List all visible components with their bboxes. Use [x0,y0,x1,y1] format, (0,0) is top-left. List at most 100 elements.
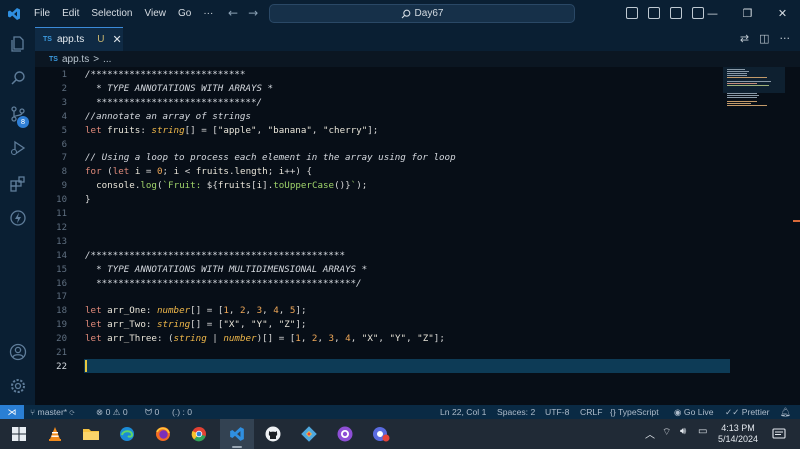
go-live-label: Go Live [683,407,714,417]
firefox-icon[interactable] [152,423,174,445]
code-editor[interactable]: 1 2 3 4 5 6 7 8 9 10 11 12 13 14 15 16 17 18 19 20 21 22 /***… [35,67,800,405]
close-tab-icon[interactable]: ✕ [112,33,121,46]
code-token: arr_Two [107,319,146,331]
ports-status[interactable]: ᗢ 0 [145,405,159,419]
code-token: string [156,319,191,331]
code-token: fruits [195,166,229,178]
menu-more[interactable]: ··· [197,8,219,19]
github-icon[interactable] [262,423,284,445]
problems-status[interactable]: ⊗ 0 ⚠ 0 [96,405,128,419]
chat-app-icon[interactable] [370,423,392,445]
breadcrumb: TS app.ts > ... [35,51,800,67]
code-line[interactable]: let arr_Three: (string | number)[] = [1,… [85,332,445,346]
code-line[interactable]: let fruits: string[] = ["apple", "banana… [85,124,378,138]
toggle-sidebar-icon[interactable] [626,7,638,19]
line-number: 11 [56,209,67,219]
open-changes-icon[interactable]: ⇄ [740,32,749,45]
vlc-icon[interactable] [44,423,66,445]
code-line[interactable]: * TYPE ANNOTATIONS WITH MULTIDIMENSIONAL… [85,263,367,277]
more-actions-icon[interactable]: ··· [780,32,791,45]
code-line[interactable]: console.log(`Fruit: ${fruits[i].toUpperC… [85,179,367,193]
tray-overflow-icon[interactable]: ︿ [645,426,655,441]
git-client-icon[interactable] [298,423,320,445]
indentation[interactable]: Spaces: 2 [497,405,535,419]
vscode-taskbar-icon[interactable] [226,423,248,445]
prettier-status[interactable]: ✓✓ Prettier [725,405,770,419]
code-line[interactable]: let arr_One: number[] = [1, 2, 3, 4, 5]; [85,304,306,318]
line-number: 22 [56,361,67,372]
cursor-position[interactable]: Ln 22, Col 1 [440,405,486,419]
taskbar-clock[interactable]: 4:13 PM 5/14/2024 [716,423,760,445]
line-number: 14 [56,250,67,261]
line-endings[interactable]: CRLF [580,405,602,419]
menu-view[interactable]: View [139,8,173,19]
live-server-icon[interactable] [0,201,35,235]
edge-browser-icon[interactable] [116,423,138,445]
code-token: , [262,305,274,317]
selection-status[interactable]: (.) : 0 [172,405,192,419]
command-center-search[interactable]: Day67 [269,4,575,23]
code-line[interactable]: let arr_Two: string[] = ["X", "Y", "Z"]; [85,318,306,332]
code-token: ; [267,166,279,178]
code-line[interactable]: *****************************/ [85,96,262,110]
language-mode[interactable]: {} TypeScript [610,405,659,419]
code-token: , [239,319,252,331]
scm-badge: 8 [17,116,29,128]
search-view-icon[interactable] [0,61,35,95]
notification-center-icon[interactable] [772,427,786,441]
run-debug-icon[interactable] [0,131,35,165]
code-token: fruits [217,180,252,192]
restore-icon[interactable]: ❐ [730,7,765,20]
code-token: let [85,319,108,331]
code-token: , [350,333,362,345]
menu-edit[interactable]: Edit [56,8,85,19]
code-line[interactable]: ****************************************… [85,277,362,291]
back-arrow-icon[interactable]: ← [228,6,238,20]
remote-indicator-icon[interactable]: ⋊ [0,405,24,419]
minimap[interactable] [723,67,785,405]
code-token: ); [356,180,368,192]
speaker-icon[interactable]: 🔊︎ [680,426,686,437]
branch-status[interactable]: ⑂ master* ⟳ [30,405,75,419]
settings-gear-icon[interactable] [0,369,35,403]
code-line[interactable]: //annotate an array of strings [85,110,251,124]
toggle-secondary-sidebar-icon[interactable] [670,7,682,19]
code-token: , [278,305,290,317]
go-live-button[interactable]: ◉ Go Live [674,405,714,419]
code-line[interactable]: /***************************************… [85,249,345,263]
split-editor-icon[interactable]: ◫ [759,32,769,45]
explorer-icon[interactable] [0,27,35,61]
code-line[interactable]: } [85,193,91,207]
code-token: //annotate an array of strings [85,110,251,122]
file-explorer-icon[interactable] [80,423,102,445]
code-line[interactable]: // Using a loop to process each element … [85,151,456,165]
windows-start-icon[interactable] [8,423,30,445]
sync-icon[interactable]: ⟳ [70,407,75,417]
code-line[interactable]: /**************************** [85,68,245,82]
current-line-highlight [84,359,730,373]
network-wifi-icon[interactable]: ⌔ [662,426,671,439]
toggle-panel-icon[interactable] [648,7,660,19]
code-token: ++) { [284,166,313,178]
menu-bar: File Edit Selection View Go ··· [28,0,219,27]
chrome-icon[interactable] [188,423,210,445]
minimize-icon[interactable]: — [695,7,730,20]
extensions-icon[interactable] [0,167,35,201]
notifications-bell-icon[interactable]: 🔔︎ [780,405,791,419]
accounts-icon[interactable] [0,335,35,369]
breadcrumb-symbols[interactable]: ... [103,54,111,65]
close-window-icon[interactable]: ✕ [765,7,800,20]
menu-go[interactable]: Go [172,8,197,19]
github-desktop-icon[interactable] [334,423,356,445]
code-line[interactable]: for (let i = 0; i < fruits.length; i++) … [85,165,312,179]
breadcrumb-file[interactable]: app.ts [62,54,89,65]
tab-app-ts[interactable]: TS app.ts U ✕ [35,27,123,51]
battery-icon[interactable]: ▭ [698,426,707,437]
encoding[interactable]: UTF-8 [545,405,569,419]
menu-file[interactable]: File [28,8,56,19]
source-control-icon[interactable]: 8 [0,97,35,131]
code-token: ; [162,166,174,178]
code-line[interactable]: * TYPE ANNOTATIONS WITH ARRAYS * [85,82,273,96]
forward-arrow-icon[interactable]: → [248,6,258,20]
menu-selection[interactable]: Selection [85,8,138,19]
